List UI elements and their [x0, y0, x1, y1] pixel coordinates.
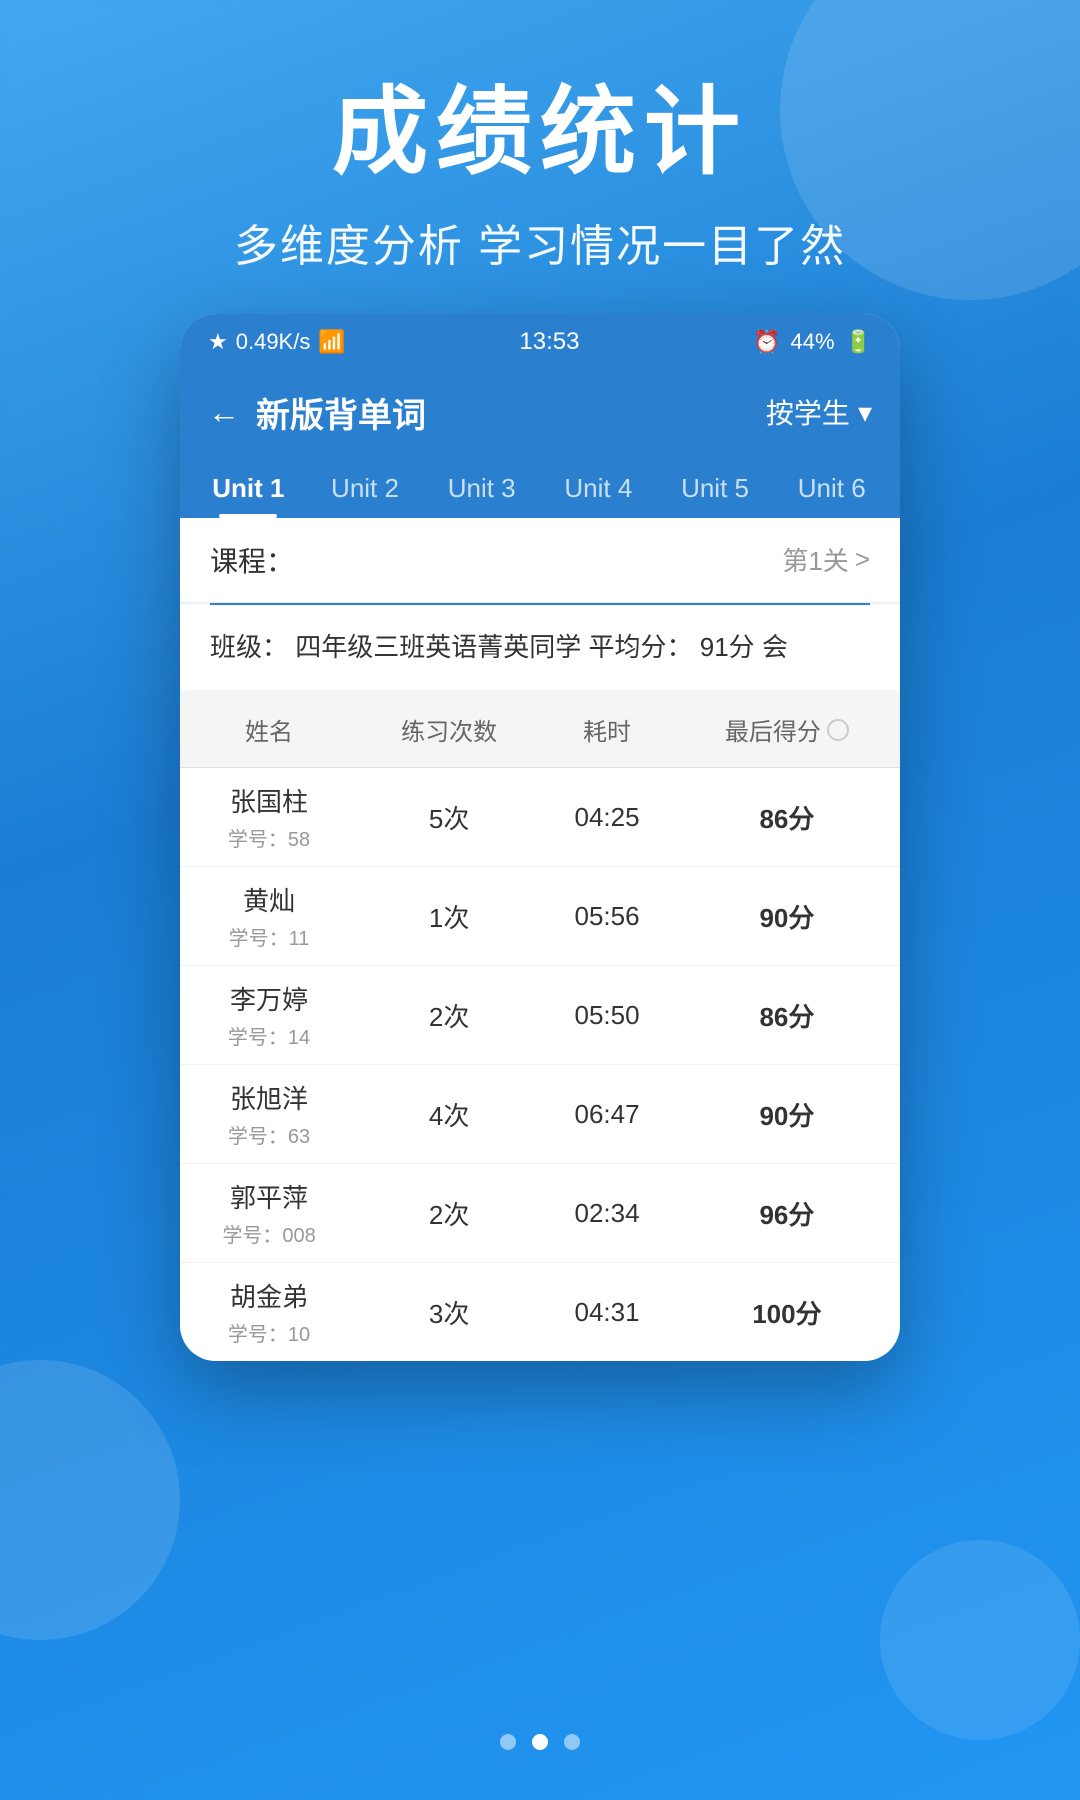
- table-row: 张旭洋学号：634次06:4790分: [180, 1065, 900, 1164]
- unit-tab-4[interactable]: Unit 4: [540, 455, 657, 518]
- time-spent: 06:47: [540, 1065, 674, 1164]
- status-bar: ★ 0.49K/s 📶 13:53 ⏰ 44% 🔋: [180, 314, 900, 370]
- hero-subtitle: 多维度分析 学习情况一目了然: [0, 210, 1080, 274]
- course-label: 课程：: [210, 540, 294, 580]
- dropdown-icon: ▾: [858, 396, 872, 429]
- unit-tabs: Unit 1Unit 2Unit 3Unit 4Unit 5Unit 6: [180, 455, 900, 518]
- last-score: 90分: [674, 867, 900, 966]
- signal-speed: 0.49K/s: [236, 329, 311, 355]
- status-left: ★ 0.49K/s 📶: [208, 329, 346, 355]
- student-name: 胡金弟: [190, 1277, 348, 1314]
- student-id: 学号：63: [190, 1120, 348, 1149]
- battery-icon: 🔋: [845, 329, 872, 355]
- pagination-dots: [0, 1734, 1080, 1750]
- class-name: 四年级三班英语菁英同学: [295, 632, 581, 662]
- table-row: 李万婷学号：142次05:5086分: [180, 966, 900, 1065]
- hero-section: 成绩统计 多维度分析 学习情况一目了然: [0, 0, 1080, 314]
- student-name: 郭平萍: [190, 1178, 348, 1215]
- battery-level: 44%: [791, 329, 835, 355]
- last-score: 100分: [674, 1263, 900, 1362]
- practice-count: 1次: [358, 867, 540, 966]
- student-name-cell: 黄灿学号：11: [180, 867, 358, 966]
- avg-score: 91分: [700, 632, 755, 662]
- practice-count: 5次: [358, 768, 540, 867]
- unit-tab-5[interactable]: Unit 5: [657, 455, 774, 518]
- th-time: 耗时: [540, 692, 674, 768]
- back-button[interactable]: ←: [208, 394, 240, 431]
- content-area: 课程： 第1关 > 班级： 四年级三班英语菁英同学 平均分： 91分 会 姓: [180, 518, 900, 1362]
- status-time: 13:53: [519, 328, 579, 356]
- table-row: 郭平萍学号：0082次02:3496分: [180, 1164, 900, 1263]
- course-nav-arrow: >: [855, 544, 870, 575]
- phone-wrapper: ★ 0.49K/s 📶 13:53 ⏰ 44% 🔋 ← 新版背单词 按学生 ▾: [0, 314, 1080, 1362]
- last-score: 86分: [674, 768, 900, 867]
- status-right: ⏰ 44% 🔋: [753, 329, 872, 355]
- hero-title: 成绩统计: [0, 80, 1080, 186]
- sort-circle-icon: [827, 719, 849, 741]
- last-score: 96分: [674, 1164, 900, 1263]
- pagination-dot-2: [532, 1734, 548, 1750]
- last-score: 86分: [674, 966, 900, 1065]
- class-info: 班级： 四年级三班英语菁英同学 平均分： 91分 会: [180, 605, 900, 691]
- student-name: 李万婷: [190, 980, 348, 1017]
- th-name: 姓名: [180, 692, 358, 768]
- course-nav[interactable]: 第1关 >: [782, 541, 870, 578]
- student-name-cell: 张国柱学号：58: [180, 768, 358, 867]
- app-header: ← 新版背单词 按学生 ▾: [180, 370, 900, 455]
- app-header-left: ← 新版背单词: [208, 388, 426, 437]
- student-id: 学号：10: [190, 1318, 348, 1347]
- bg-circle-bottom-right: [880, 1540, 1080, 1740]
- wifi-icon: 📶: [318, 329, 345, 355]
- student-id: 学号：58: [190, 823, 348, 852]
- app-title: 新版背单词: [256, 388, 426, 437]
- class-tag: 会: [762, 632, 788, 662]
- practice-count: 3次: [358, 1263, 540, 1362]
- table-header-row: 姓名 练习次数 耗时 最后得分: [180, 692, 900, 768]
- course-row[interactable]: 课程： 第1关 >: [180, 518, 900, 603]
- time-spent: 04:25: [540, 768, 674, 867]
- student-id: 学号：14: [190, 1021, 348, 1050]
- student-name-cell: 张旭洋学号：63: [180, 1065, 358, 1164]
- filter-label: 按学生: [766, 392, 850, 432]
- time-spent: 02:34: [540, 1164, 674, 1263]
- table-row: 张国柱学号：585次04:2586分: [180, 768, 900, 867]
- bg-circle-bottom-left: [0, 1360, 180, 1640]
- pagination-dot-1: [500, 1734, 516, 1750]
- avg-label: 平均分：: [589, 632, 693, 662]
- last-score: 90分: [674, 1065, 900, 1164]
- phone-mockup: ★ 0.49K/s 📶 13:53 ⏰ 44% 🔋 ← 新版背单词 按学生 ▾: [180, 314, 900, 1362]
- th-score: 最后得分: [674, 692, 900, 768]
- unit-tab-6[interactable]: Unit 6: [773, 455, 890, 518]
- time-spent: 05:50: [540, 966, 674, 1065]
- student-name: 张国柱: [190, 782, 348, 819]
- student-name-cell: 胡金弟学号：10: [180, 1263, 358, 1362]
- course-nav-text: 第1关: [782, 541, 848, 578]
- student-name-cell: 李万婷学号：14: [180, 966, 358, 1065]
- time-spent: 04:31: [540, 1263, 674, 1362]
- unit-tab-3[interactable]: Unit 3: [423, 455, 540, 518]
- unit-tab-2[interactable]: Unit 2: [307, 455, 424, 518]
- time-spent: 05:56: [540, 867, 674, 966]
- table-row: 黄灿学号：111次05:5690分: [180, 867, 900, 966]
- unit-tab-1[interactable]: Unit 1: [190, 455, 307, 518]
- app-header-right[interactable]: 按学生 ▾: [766, 392, 872, 432]
- score-table: 姓名 练习次数 耗时 最后得分 张国柱学号：585次04:2586分黄灿学号：1…: [180, 692, 900, 1361]
- student-name-cell: 郭平萍学号：008: [180, 1164, 358, 1263]
- student-id: 学号：008: [190, 1219, 348, 1248]
- pagination-dot-3: [564, 1734, 580, 1750]
- signal-icon: ★: [208, 329, 228, 355]
- practice-count: 2次: [358, 1164, 540, 1263]
- table-row: 胡金弟学号：103次04:31100分: [180, 1263, 900, 1362]
- student-id: 学号：11: [190, 922, 348, 951]
- student-name: 张旭洋: [190, 1079, 348, 1116]
- practice-count: 4次: [358, 1065, 540, 1164]
- class-label: 班级：: [210, 632, 288, 662]
- th-practice: 练习次数: [358, 692, 540, 768]
- student-name: 黄灿: [190, 881, 348, 918]
- alarm-icon: ⏰: [753, 329, 780, 355]
- practice-count: 2次: [358, 966, 540, 1065]
